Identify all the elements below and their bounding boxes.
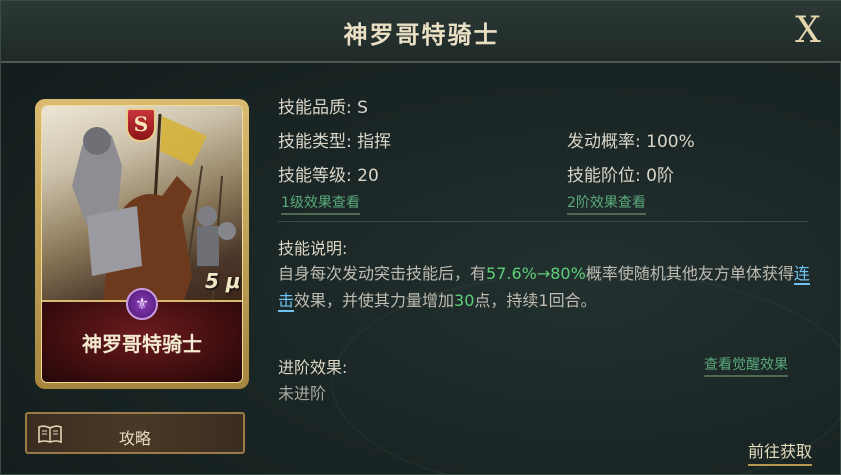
description-text: 自身每次发动突击技能后，有 — [278, 264, 487, 283]
rank-effect-link[interactable]: 2阶效果查看 — [567, 192, 646, 215]
advance-value: 未进阶 — [278, 384, 327, 403]
description-text: 概率使随机其他友方单体获得 — [585, 264, 794, 283]
card-level-tag: 5 μ — [205, 269, 241, 293]
level-effect-link[interactable]: 1级效果查看 — [281, 192, 360, 215]
skill-level: 技能等级: 20 — [278, 166, 379, 186]
skill-type: 技能类型: 指挥 — [278, 132, 392, 152]
trigger-rate: 发动概率: 100% — [567, 132, 695, 152]
close-button[interactable]: X — [790, 11, 826, 51]
skill-card: S 神罗哥特骑士 — [35, 99, 249, 389]
skill-description: 自身每次发动突击技能后，有57.6%→80%概率使随机其他友方单体获得连击效果，… — [278, 260, 818, 314]
skill-rank: 技能阶位: 0阶 — [567, 166, 674, 186]
description-text: 效果，并使其力量增加 — [294, 291, 455, 310]
skill-quality: 技能品质: S — [278, 98, 368, 118]
advance-title: 进阶效果: — [278, 358, 348, 377]
strength-highlight: 30 — [454, 291, 475, 310]
goto-obtain-button[interactable]: 前往获取 — [748, 438, 813, 466]
title-bar: 神罗哥特骑士 X — [1, 1, 841, 63]
page-title: 神罗哥特骑士 — [343, 21, 500, 49]
awaken-effect-link[interactable]: 查看觉醒效果 — [704, 354, 788, 377]
grade-badge: S — [126, 108, 156, 142]
strategy-button[interactable]: 攻略 — [25, 412, 245, 454]
card-inner: S 神罗哥特骑士 — [41, 105, 243, 383]
probability-highlight: 57.6%→80% — [486, 264, 586, 283]
card-name: 神罗哥特骑士 — [82, 332, 202, 356]
description-title: 技能说明: — [278, 239, 348, 258]
faction-emblem-icon: ⚜ — [126, 288, 158, 320]
skill-detail-panel: 神罗哥特骑士 X S 神罗哥特骑士 5 μ ⚜ 攻略 技能品质: S 技能类型:… — [0, 0, 841, 475]
strategy-label: 攻略 — [118, 429, 151, 448]
divider — [278, 221, 809, 222]
description-text: 点，持续1回合。 — [474, 291, 597, 310]
